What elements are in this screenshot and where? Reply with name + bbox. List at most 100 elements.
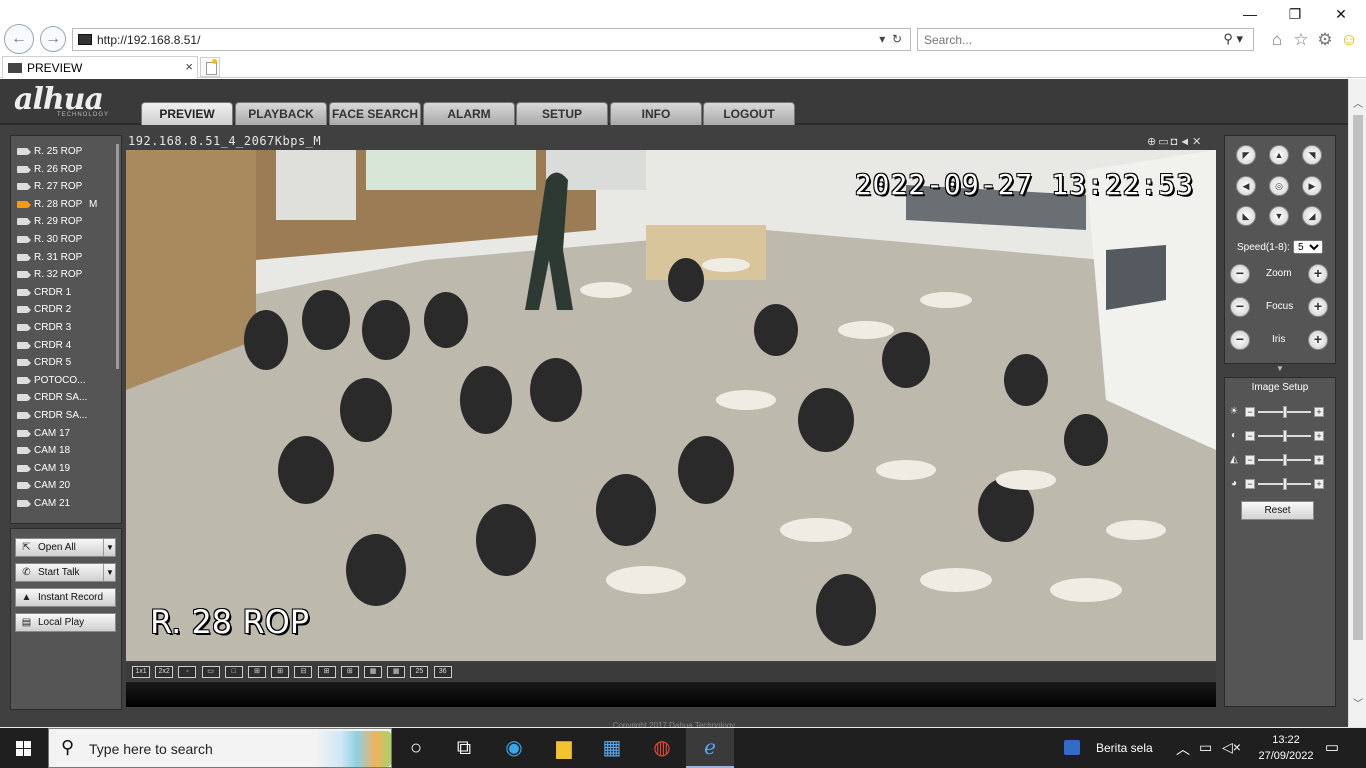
layout-button[interactable]: ⊟ [294, 666, 313, 678]
layout-button[interactable]: ⊞ [317, 666, 336, 678]
image-setting-plus-button[interactable]: + [1314, 479, 1324, 489]
camera-list-scrollbar[interactable] [116, 144, 119, 369]
open-all-dropdown[interactable]: ▼ [103, 539, 116, 556]
task-view-icon[interactable]: ⧉ [440, 728, 488, 768]
camera-list-item[interactable]: R. 30 ROP [11, 231, 115, 249]
camera-list-item[interactable]: POTOCO... [11, 372, 115, 390]
layout-button[interactable]: □ [224, 666, 243, 678]
edge-browser-icon[interactable]: ◉ [490, 728, 538, 768]
nav-tab-preview[interactable]: PREVIEW [141, 102, 233, 125]
camera-list-item[interactable]: R. 25 ROP [11, 143, 115, 161]
local-play-button[interactable]: ▤ Local Play [15, 613, 116, 632]
ptz-up-button[interactable]: ▲ [1269, 145, 1289, 165]
image-setting-minus-button[interactable]: − [1245, 455, 1255, 465]
restore-button[interactable]: ❐ [1282, 4, 1308, 24]
start-talk-button[interactable]: ✆ Start Talk ▼ [15, 563, 116, 582]
reset-button[interactable]: Reset [1241, 501, 1314, 520]
smiley-feedback-icon[interactable]: ☺ [1338, 29, 1360, 51]
ptz-down-right-button[interactable]: ◢ [1302, 206, 1322, 226]
camera-list-item[interactable]: R. 26 ROP [11, 161, 115, 179]
speed-select[interactable]: 12345678 [1293, 240, 1323, 254]
image-setting-plus-button[interactable]: + [1314, 431, 1324, 441]
image-setting-slider[interactable] [1258, 454, 1311, 466]
camera-list-item[interactable]: CAM 19 [11, 460, 115, 478]
zoom-in-button[interactable]: + [1308, 264, 1328, 284]
camera-list-item[interactable]: CRDR 3 [11, 319, 115, 337]
notification-icon[interactable]: ▭ [1322, 738, 1342, 758]
tab-close-icon[interactable]: × [185, 59, 193, 74]
ptz-auto-button[interactable]: ◎ [1269, 176, 1289, 196]
cortana-icon[interactable]: ○ [392, 728, 440, 768]
camera-list-item[interactable]: R. 32 ROP [11, 266, 115, 284]
layout-button[interactable]: ◦ [178, 666, 197, 678]
microsoft-store-icon[interactable]: ▦ [588, 728, 636, 768]
camera-list-item[interactable]: CAM 18 [11, 442, 115, 460]
ptz-up-right-button[interactable]: ◥ [1302, 145, 1322, 165]
back-button[interactable]: ← [4, 24, 34, 54]
camera-list-item[interactable]: CRDR SA... [11, 389, 115, 407]
camera-list-item[interactable]: CRDR 5 [11, 354, 115, 372]
slider-knob[interactable] [1282, 478, 1287, 490]
slider-knob[interactable] [1282, 430, 1287, 442]
start-button[interactable] [0, 728, 48, 768]
layout-button[interactable]: ⊞ [248, 666, 266, 678]
layout-button[interactable]: 36 [433, 666, 452, 678]
camera-list-item[interactable]: CRDR SA... [11, 407, 115, 425]
image-setting-plus-button[interactable]: + [1314, 455, 1324, 465]
search-box[interactable]: ⚲ ▾ [917, 28, 1254, 51]
layout-button[interactable]: 1x1 [132, 666, 150, 678]
scroll-down-icon[interactable]: ﹀ [1352, 695, 1364, 710]
favorites-star-icon[interactable]: ☆ [1290, 29, 1312, 51]
new-tab-button[interactable] [200, 57, 220, 77]
camera-list-item[interactable]: R. 27 ROP [11, 178, 115, 196]
tab-preview[interactable]: PREVIEW × [2, 56, 198, 78]
internet-explorer-icon[interactable]: ℯ [686, 728, 734, 768]
scroll-up-icon[interactable]: ︿ [1352, 95, 1364, 110]
chrome-icon[interactable]: ◍ [638, 728, 686, 768]
minimize-button[interactable]: — [1237, 4, 1263, 24]
forward-button[interactable]: → [40, 26, 66, 52]
focus-plus-button[interactable]: + [1308, 297, 1328, 317]
network-icon[interactable]: ▭ [1199, 739, 1212, 756]
zoom-out-button[interactable]: − [1230, 264, 1250, 284]
camera-list-item[interactable]: R. 31 ROP [11, 249, 115, 267]
iris-plus-button[interactable]: + [1308, 330, 1328, 350]
ptz-down-left-button[interactable]: ◣ [1236, 206, 1256, 226]
start-talk-dropdown[interactable]: ▼ [103, 564, 116, 581]
image-setting-plus-button[interactable]: + [1314, 407, 1324, 417]
search-icon[interactable]: ⚲ ▾ [1223, 31, 1243, 47]
slider-knob[interactable] [1282, 406, 1287, 418]
layout-button[interactable]: ▭ [201, 666, 220, 678]
search-input[interactable] [924, 32, 1214, 48]
camera-list-item[interactable]: CRDR 4 [11, 337, 115, 355]
video-viewport[interactable]: 2022-09-27 13:22:53 R. 28 ROP [126, 150, 1216, 661]
ptz-right-button[interactable]: ▶ [1302, 176, 1322, 196]
image-setting-minus-button[interactable]: − [1245, 431, 1255, 441]
camera-list-item[interactable]: CAM 21 [11, 495, 115, 513]
ptz-left-button[interactable]: ◀ [1236, 176, 1256, 196]
camera-list-item[interactable]: CRDR 2 [11, 301, 115, 319]
home-icon[interactable]: ⌂ [1266, 29, 1288, 51]
news-widget-icon[interactable] [1064, 740, 1080, 755]
settings-gear-icon[interactable]: ⚙ [1314, 29, 1336, 51]
layout-button[interactable]: ▦ [364, 666, 382, 678]
image-setting-minus-button[interactable]: − [1245, 479, 1255, 489]
layout-button[interactable]: 25 [410, 666, 429, 678]
ptz-collapse-icon[interactable]: ▼ [1224, 364, 1336, 374]
layout-button[interactable]: 2x2 [155, 666, 174, 678]
instant-record-button[interactable]: ▲ Instant Record [15, 588, 116, 607]
image-setting-slider[interactable] [1258, 430, 1311, 442]
focus-minus-button[interactable]: − [1230, 297, 1250, 317]
image-setting-slider[interactable] [1258, 406, 1311, 418]
layout-button[interactable]: ⊞ [340, 666, 359, 678]
open-all-button[interactable]: ⇱ Open All ▼ [15, 538, 116, 557]
nav-tab-face-search[interactable]: FACE SEARCH [329, 102, 421, 125]
page-scrollbar[interactable]: ︿ ﹀ [1348, 79, 1366, 727]
image-setting-slider[interactable] [1258, 478, 1311, 490]
camera-list-item[interactable]: R. 29 ROP [11, 213, 115, 231]
nav-tab-logout[interactable]: LOGOUT [703, 102, 795, 125]
layout-button[interactable]: ⊞ [271, 666, 290, 678]
camera-list-item[interactable]: CAM 17 [11, 425, 115, 443]
volume-muted-icon[interactable]: ◁× [1222, 739, 1241, 756]
image-setting-minus-button[interactable]: − [1245, 407, 1255, 417]
